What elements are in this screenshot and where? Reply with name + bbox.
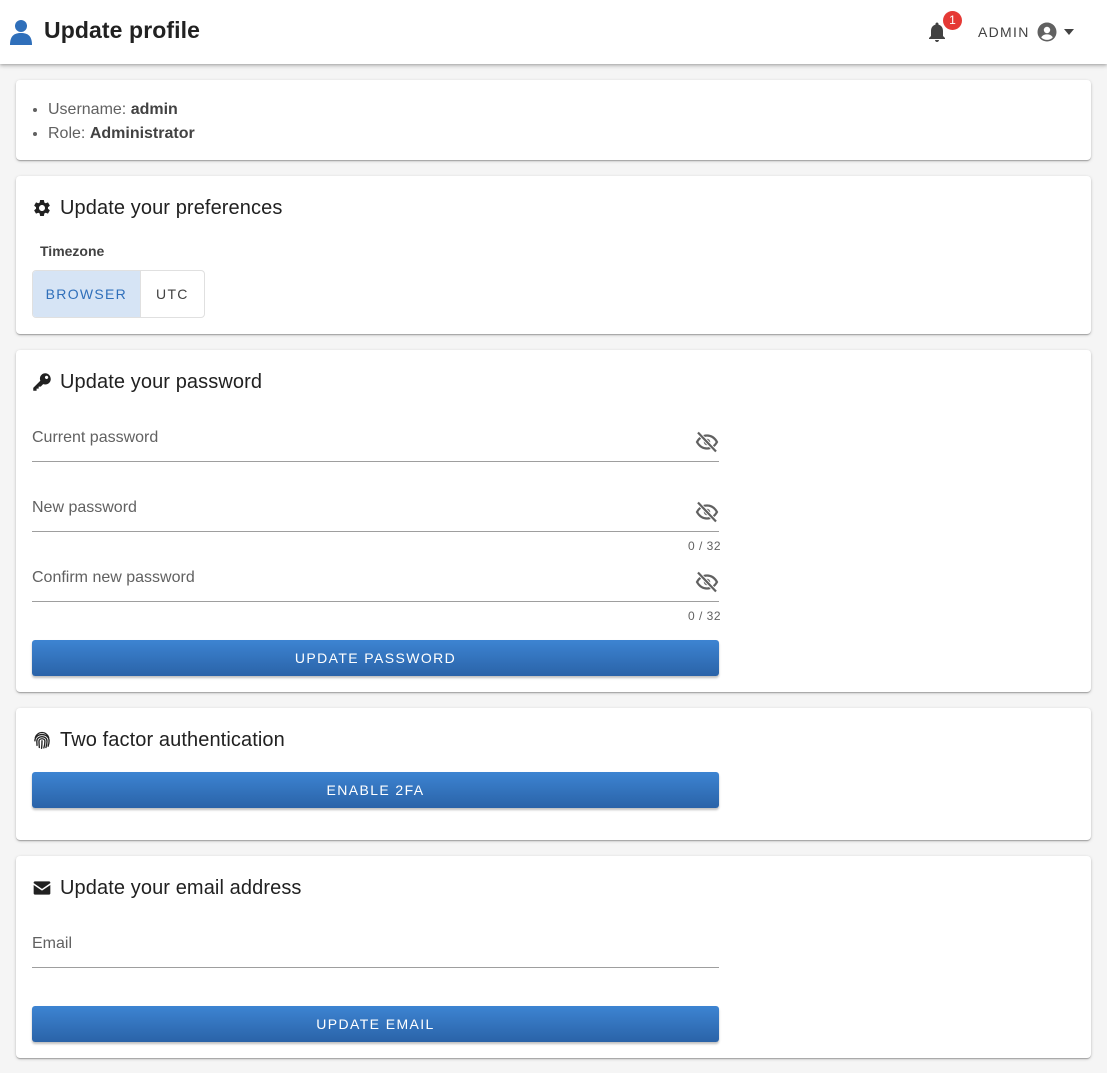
app-header: Update profile 1 ADMIN <box>0 0 1107 64</box>
account-info-card: Username: admin Role: Administrator <box>16 80 1091 160</box>
role-value: Administrator <box>89 125 195 142</box>
username-value: admin <box>130 101 178 118</box>
role-item: Role: Administrator <box>48 122 195 146</box>
envelope-icon <box>33 881 51 895</box>
email-card: Update your email address Email UPDATE E… <box>16 856 1091 1058</box>
new-password-counter: 0 / 32 <box>688 539 722 553</box>
preferences-title: Update your preferences <box>60 197 283 219</box>
current-password-input[interactable] <box>32 422 682 460</box>
timezone-toggle-group: BROWSER UTC <box>32 270 205 318</box>
role-label: Role: <box>48 125 86 142</box>
email-title: Update your email address <box>60 877 302 899</box>
page-title: Update profile <box>44 17 201 43</box>
eye-off-icon[interactable] <box>695 501 719 523</box>
account-circle-icon <box>1037 22 1057 42</box>
enable-2fa-button[interactable]: ENABLE 2FA <box>32 772 719 808</box>
confirm-password-input[interactable] <box>32 562 682 600</box>
user-menu-label: ADMIN <box>978 24 1030 40</box>
fingerprint-icon <box>34 731 50 749</box>
username-item: Username: admin <box>48 98 195 122</box>
confirm-password-counter: 0 / 32 <box>688 609 722 623</box>
two-factor-title: Two factor authentication <box>60 729 285 751</box>
user-menu-button[interactable]: ADMIN <box>972 18 1082 46</box>
key-icon <box>33 373 51 391</box>
timezone-utc-button[interactable]: UTC <box>141 271 204 317</box>
username-label: Username: <box>48 101 127 118</box>
new-password-input[interactable] <box>32 492 682 530</box>
new-password-field[interactable]: New password <box>32 492 719 532</box>
preferences-card: Update your preferences Timezone BROWSER… <box>16 176 1091 334</box>
email-field[interactable]: Email <box>32 928 719 968</box>
gear-icon <box>34 200 50 216</box>
two-factor-card: Two factor authentication ENABLE 2FA <box>16 708 1091 840</box>
notification-badge: 1 <box>943 11 962 30</box>
password-card: Update your password Current password Ne… <box>16 350 1091 692</box>
update-password-button[interactable]: UPDATE PASSWORD <box>32 640 719 676</box>
email-input[interactable] <box>32 928 682 966</box>
timezone-browser-button[interactable]: BROWSER <box>33 271 141 317</box>
eye-off-icon[interactable] <box>695 431 719 453</box>
caret-down-icon <box>1064 29 1074 35</box>
confirm-password-field[interactable]: Confirm new password <box>32 562 719 602</box>
update-email-button[interactable]: UPDATE EMAIL <box>32 1006 719 1042</box>
account-info-list: Username: admin Role: Administrator <box>48 98 195 146</box>
user-icon <box>10 20 32 45</box>
current-password-field[interactable]: Current password <box>32 422 719 462</box>
eye-off-icon[interactable] <box>695 571 719 593</box>
password-title: Update your password <box>60 371 263 393</box>
timezone-label: Timezone <box>40 243 105 259</box>
